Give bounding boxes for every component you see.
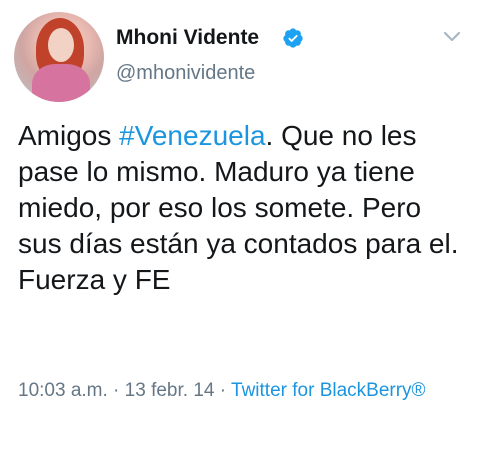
verified-badge-icon — [283, 28, 303, 48]
tweet-source-link[interactable]: Twitter for BlackBerry® — [231, 380, 426, 401]
tweet-text-before: Amigos — [18, 120, 120, 151]
meta-separator: · — [107, 380, 125, 401]
tweet-meta: 10:03 a.m. · 13 febr. 14 · Twitter for B… — [18, 378, 468, 404]
hashtag-link[interactable]: #Venezuela — [119, 120, 265, 151]
tweet-text: Amigos #Venezuela. Que no les pase lo mi… — [18, 118, 468, 298]
tweet-time[interactable]: 10:03 a.m. — [18, 380, 108, 401]
chevron-down-icon[interactable] — [442, 30, 462, 44]
avatar[interactable] — [14, 12, 104, 102]
avatar-face — [48, 28, 74, 62]
tweet-card: Mhoni Vidente @mhonividente Amigos #Vene… — [0, 0, 480, 450]
tweet-date[interactable]: 13 febr. 14 — [125, 380, 215, 401]
avatar-body — [32, 64, 90, 102]
user-handle[interactable]: @mhonividente — [116, 62, 255, 85]
user-display-name[interactable]: Mhoni Vidente — [116, 26, 259, 50]
meta-separator: · — [214, 380, 232, 401]
